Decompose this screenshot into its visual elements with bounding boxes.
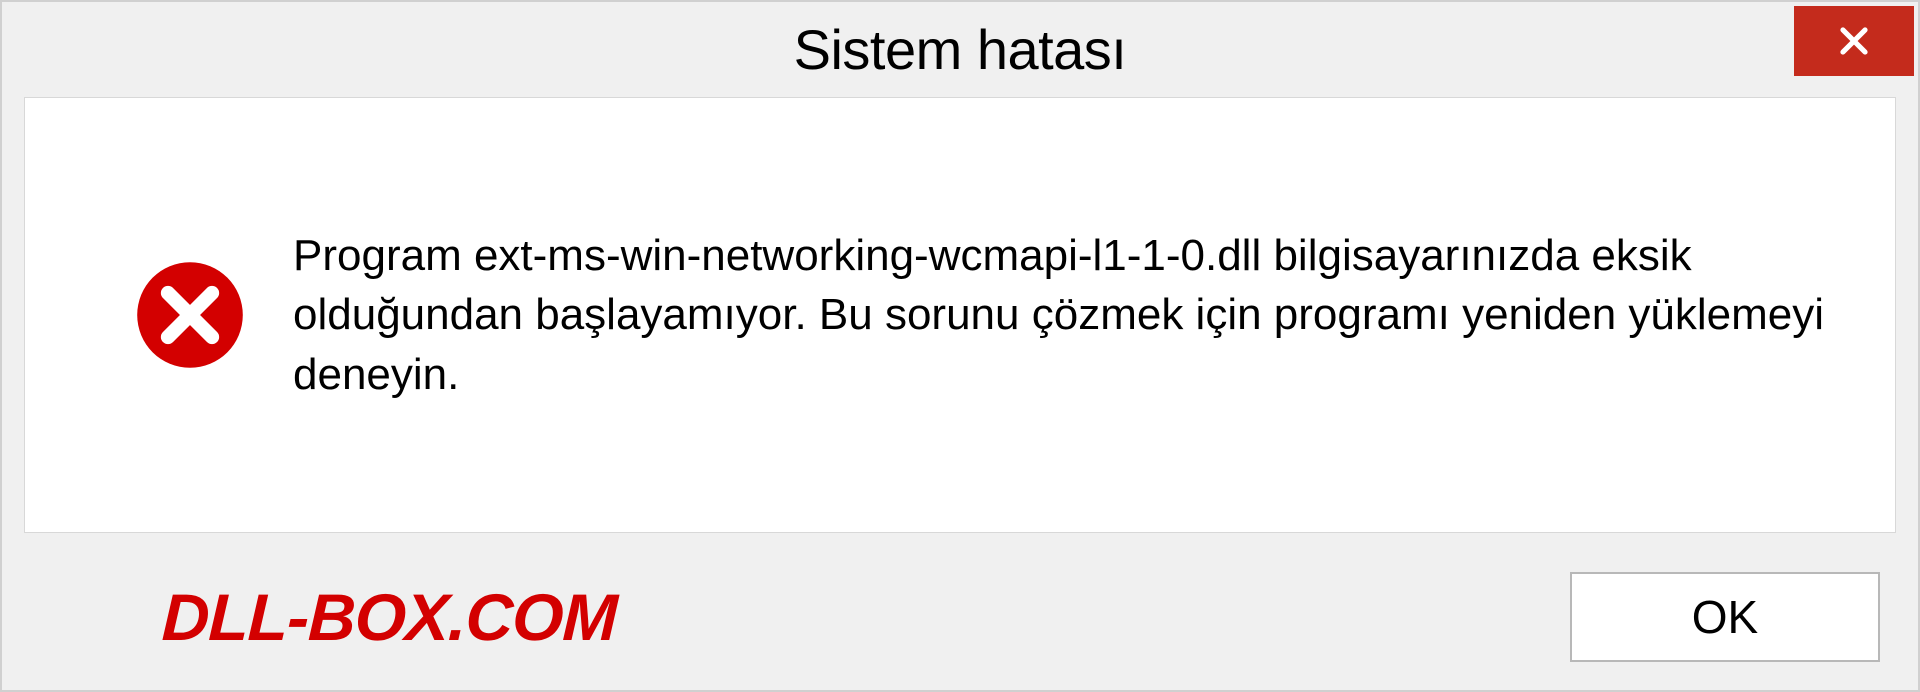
error-dialog: Sistem hatası Program ext-ms-win-network… [0,0,1920,692]
dialog-content: Program ext-ms-win-networking-wcmapi-l1-… [24,97,1896,533]
ok-button[interactable]: OK [1570,572,1880,662]
watermark-text: DLL-BOX.COM [161,579,618,655]
dialog-title: Sistem hatası [794,17,1127,82]
dialog-footer: DLL-BOX.COM OK [2,555,1918,690]
error-message: Program ext-ms-win-networking-wcmapi-l1-… [293,226,1833,404]
close-button[interactable] [1794,6,1914,76]
titlebar: Sistem hatası [2,2,1918,97]
close-icon [1835,22,1873,60]
error-icon [135,260,245,370]
